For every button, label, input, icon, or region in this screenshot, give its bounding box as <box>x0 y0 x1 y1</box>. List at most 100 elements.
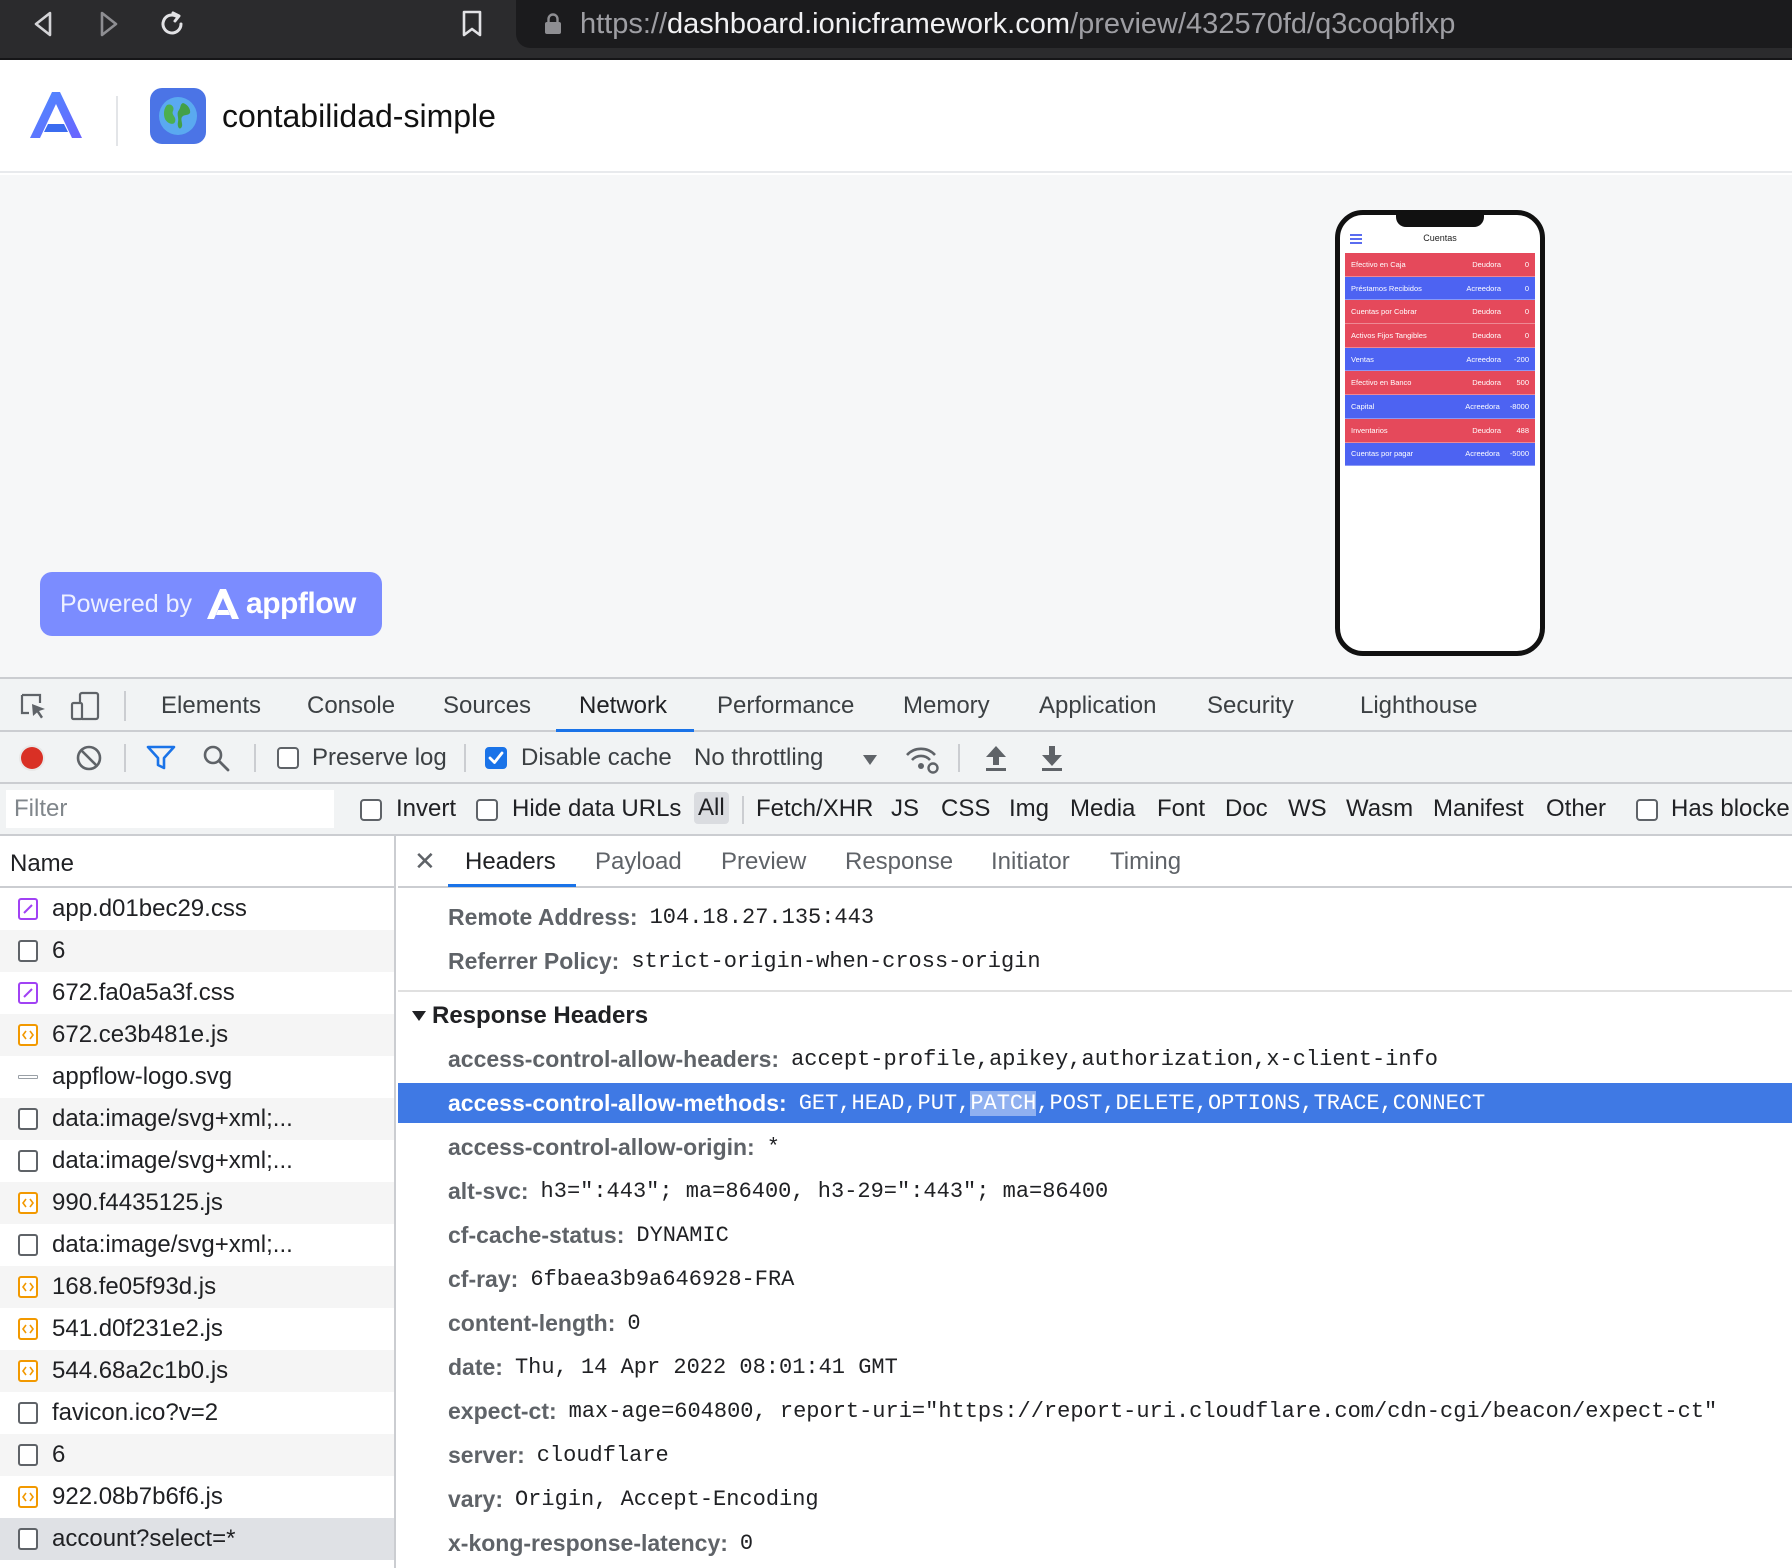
header-key: cf-cache-status: <box>448 1221 625 1248</box>
phone-account-row[interactable]: Cuentas por pagar Acreedora -5000 <box>1345 442 1535 467</box>
request-row[interactable]: 672.ce3b481e.js <box>0 1014 394 1056</box>
request-row[interactable]: data:image/svg+xml;... <box>0 1224 394 1266</box>
filter-type-media[interactable]: Media <box>1070 795 1135 823</box>
tab-security[interactable]: Security <box>1207 692 1294 720</box>
disable-cache-checkbox[interactable] <box>485 747 507 769</box>
response-header-row: server: cloudflare <box>398 1435 1792 1475</box>
search-icon[interactable] <box>202 744 230 772</box>
request-row[interactable]: data:image/svg+xml;... <box>0 1140 394 1182</box>
preserve-log-checkbox[interactable] <box>277 747 299 769</box>
filter-type-css[interactable]: CSS <box>941 795 990 823</box>
inspect-element-icon[interactable] <box>18 691 48 721</box>
header-value: strict-origin-when-cross-origin <box>631 948 1041 974</box>
general-header-row: Referrer Policy: strict-origin-when-cros… <box>398 941 1792 981</box>
request-row[interactable]: appflow-logo.svg <box>0 1056 394 1098</box>
tab-console[interactable]: Console <box>307 692 395 720</box>
name-column-header[interactable]: Name <box>0 836 394 888</box>
tab-headers[interactable]: Headers <box>465 848 556 876</box>
tab-preview[interactable]: Preview <box>721 848 806 876</box>
clear-icon[interactable] <box>75 744 103 772</box>
import-har-icon[interactable] <box>984 744 1008 772</box>
request-row[interactable]: 990.f4435125.js <box>0 1182 394 1224</box>
filter-type-fetch-xhr[interactable]: Fetch/XHR <box>756 795 873 823</box>
chevron-down-icon[interactable] <box>862 754 878 766</box>
request-row[interactable]: 672.fa0a5a3f.css <box>0 972 394 1014</box>
filter-type-font[interactable]: Font <box>1157 795 1205 823</box>
export-har-icon[interactable] <box>1040 744 1064 772</box>
phone-account-row[interactable]: Activos Fijos Tangibles Deudora 0 <box>1345 324 1535 348</box>
record-icon[interactable] <box>18 744 46 772</box>
tab-payload[interactable]: Payload <box>595 848 682 876</box>
url-path: /preview/432570fd/q3coqbflxp <box>1070 7 1456 40</box>
request-row[interactable]: app.d01bec29.css <box>0 888 394 930</box>
filter-type-doc[interactable]: Doc <box>1225 795 1268 823</box>
throttling-select[interactable]: No throttling <box>694 744 823 772</box>
request-name: data:image/svg+xml;... <box>52 1231 293 1258</box>
address-bar[interactable]: https://dashboard.ionicframework.com/pre… <box>516 0 1792 48</box>
reload-icon[interactable] <box>154 6 190 42</box>
network-conditions-icon[interactable] <box>904 744 940 774</box>
phone-account-row[interactable]: Cuentas por Cobrar Deudora 0 <box>1345 300 1535 325</box>
filter-type-all[interactable]: All <box>694 792 729 824</box>
tab-application[interactable]: Application <box>1039 692 1156 720</box>
tab-network[interactable]: Network <box>579 692 667 720</box>
header-value: Origin, Accept-Encoding <box>514 1486 819 1512</box>
appflow-logo-icon[interactable] <box>28 90 84 140</box>
response-headers-section-toggle[interactable]: Response Headers <box>412 1002 648 1030</box>
request-name: data:image/svg+xml;... <box>52 1105 293 1132</box>
globe-icon[interactable] <box>150 88 206 144</box>
account-type: Deudora <box>1472 330 1501 340</box>
filter-type-wasm[interactable]: Wasm <box>1346 795 1413 823</box>
filter-icon[interactable] <box>146 745 176 771</box>
invert-checkbox[interactable] <box>360 799 382 821</box>
account-type: Acreedora <box>1465 401 1500 411</box>
request-row[interactable]: 6 <box>0 1434 394 1476</box>
request-row[interactable]: 541.d0f231e2.js <box>0 1308 394 1350</box>
script-file-icon <box>18 1486 38 1508</box>
phone-account-row[interactable]: Ventas Acreedora -200 <box>1345 347 1535 372</box>
phone-account-row[interactable]: Efectivo en Caja Deudora 0 <box>1345 253 1535 277</box>
header-value: accept-profile,apikey,authorization,x-cl… <box>791 1046 1438 1072</box>
tab-timing[interactable]: Timing <box>1110 848 1181 876</box>
tab-sources[interactable]: Sources <box>443 692 531 720</box>
phone-account-row[interactable]: Efectivo en Banco Deudora 500 <box>1345 371 1535 396</box>
request-row[interactable]: 6 <box>0 930 394 972</box>
has-blocked-checkbox[interactable] <box>1636 799 1658 821</box>
bookmark-icon[interactable] <box>454 6 490 42</box>
general-header-row: Remote Address: 104.18.27.135:443 <box>398 897 1792 937</box>
preview-area: Powered by appflow Cuentas Efectivo en C… <box>0 175 1792 677</box>
device-toolbar-icon[interactable] <box>70 691 102 721</box>
header-value: 104.18.27.135:443 <box>649 904 875 930</box>
request-row[interactable]: 922.08b7b6f6.js <box>0 1476 394 1518</box>
tab-response[interactable]: Response <box>845 848 953 876</box>
powered-by-appflow-button[interactable]: Powered by appflow <box>40 572 382 636</box>
filter-input[interactable] <box>6 790 334 828</box>
tab-elements[interactable]: Elements <box>161 692 261 720</box>
account-name: Capital <box>1351 401 1375 411</box>
response-header-row: access-control-allow-headers: accept-prof… <box>398 1039 1792 1079</box>
filter-bar: Invert Hide data URLs All Fetch/XHR JS C… <box>0 784 1792 836</box>
tab-lighthouse[interactable]: Lighthouse <box>1360 692 1477 720</box>
tab-initiator[interactable]: Initiator <box>991 848 1070 876</box>
tab-performance[interactable]: Performance <box>717 692 854 720</box>
phone-account-row[interactable]: Inventarios Deudora 488 <box>1345 418 1535 443</box>
phone-account-row[interactable]: Préstamos Recibidos Acreedora 0 <box>1345 276 1535 301</box>
phone-account-row[interactable]: Capital Acreedora -8000 <box>1345 395 1535 419</box>
close-icon[interactable]: ✕ <box>414 846 436 877</box>
back-icon[interactable] <box>26 6 62 42</box>
filter-type-manifest[interactable]: Manifest <box>1433 795 1524 823</box>
account-balance: 0 <box>1524 307 1529 317</box>
filter-type-js[interactable]: JS <box>891 795 919 823</box>
request-row[interactable]: data:image/svg+xml;... <box>0 1098 394 1140</box>
filter-type-img[interactable]: Img <box>1009 795 1049 823</box>
request-row[interactable]: 168.fe05f93d.js <box>0 1266 394 1308</box>
account-type: Deudora <box>1472 307 1501 317</box>
request-row[interactable]: account?select=* <box>0 1518 394 1560</box>
tab-memory[interactable]: Memory <box>903 692 990 720</box>
request-row[interactable]: 544.68a2c1b0.js <box>0 1350 394 1392</box>
forward-icon[interactable] <box>90 6 126 42</box>
filter-type-ws[interactable]: WS <box>1288 795 1327 823</box>
filter-type-other[interactable]: Other <box>1546 795 1606 823</box>
hide-data-urls-checkbox[interactable] <box>476 799 498 821</box>
request-row[interactable]: favicon.ico?v=2 <box>0 1392 394 1434</box>
